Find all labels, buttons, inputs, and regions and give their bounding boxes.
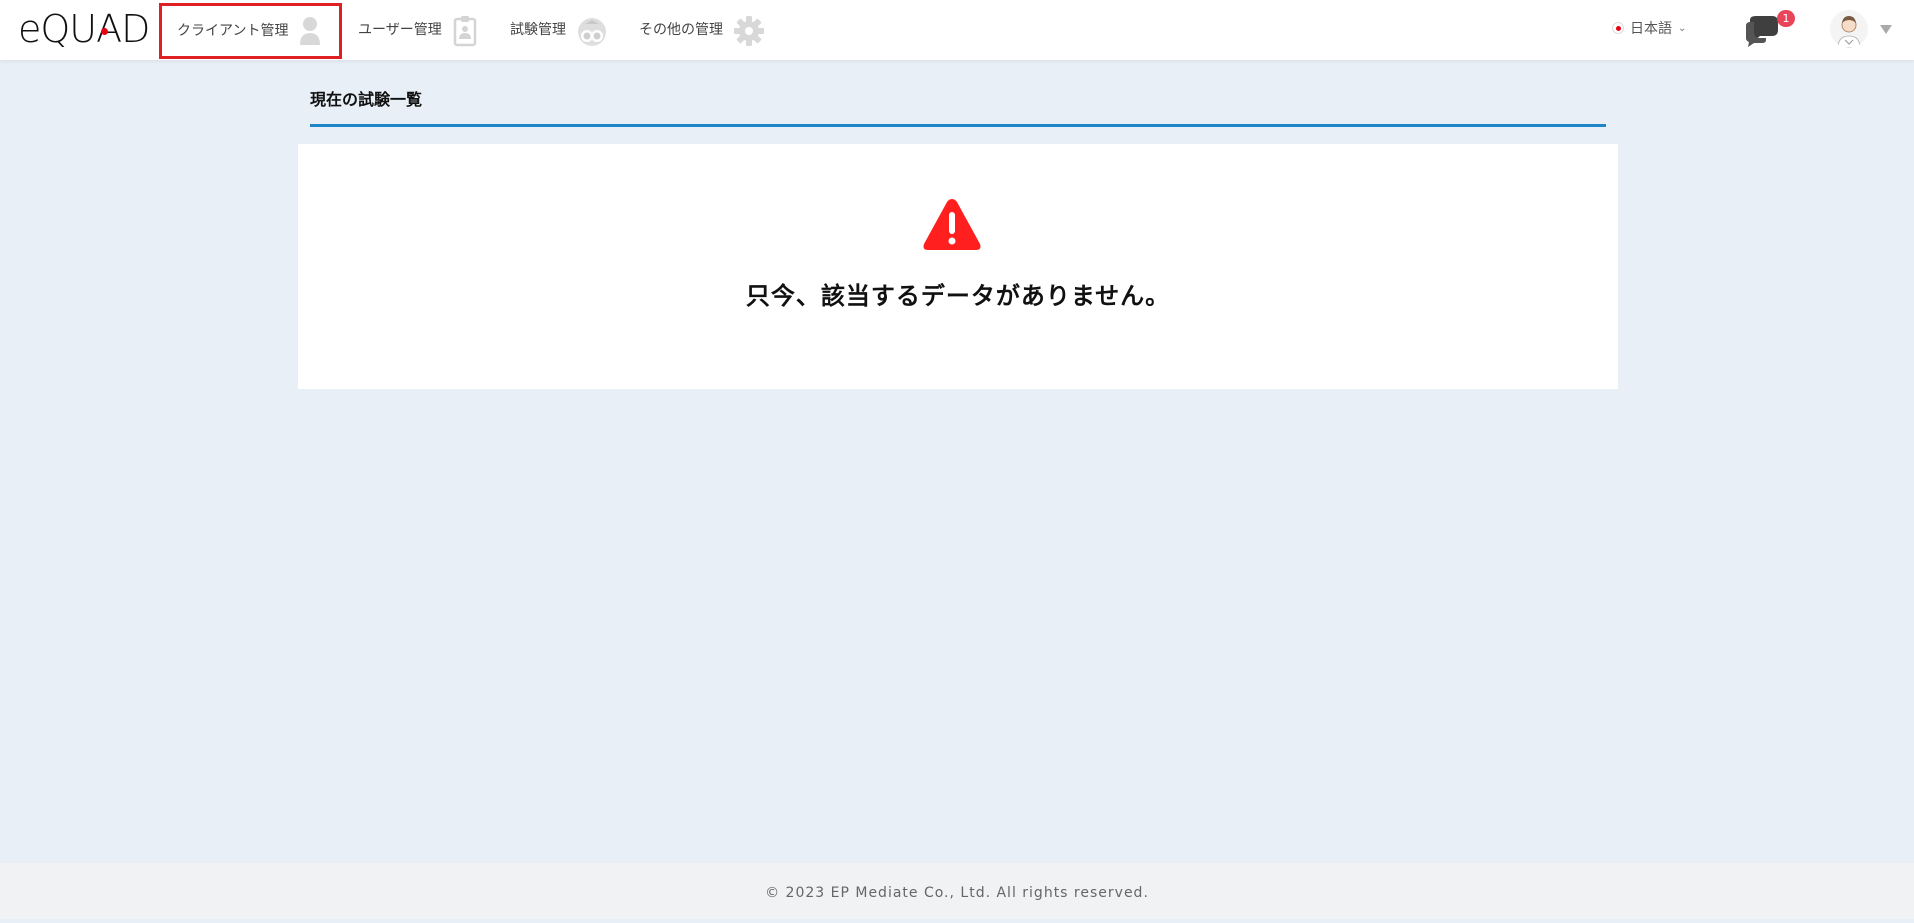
language-label: 日本語 — [1630, 21, 1672, 37]
chevron-down-icon: ⌄ — [1678, 22, 1687, 34]
warning-triangle-icon — [922, 196, 982, 256]
title-divider — [310, 124, 1606, 127]
language-selector[interactable]: 日本語 ⌄ — [1612, 18, 1686, 38]
chat-bubbles-icon — [1744, 16, 1788, 52]
exam-list-panel: 只今、該当するデータがありません。 — [298, 144, 1618, 389]
japan-flag-icon — [1612, 22, 1624, 34]
exam-icon — [576, 14, 608, 52]
chat-button[interactable]: 1 — [1744, 10, 1795, 48]
notification-badge: 1 — [1777, 10, 1795, 27]
id-badge-icon — [452, 14, 478, 52]
caret-down-icon — [1880, 24, 1892, 34]
nav-item-exam-management[interactable]: 試験管理 — [510, 0, 608, 60]
nav-label: その他の管理 — [639, 22, 723, 38]
user-menu[interactable] — [1830, 10, 1892, 48]
nav-label: ユーザー管理 — [358, 22, 442, 38]
page-title: 現在の試験一覧 — [310, 90, 423, 109]
nav-item-client-management[interactable]: クライアント管理 — [159, 3, 342, 59]
nav-item-other-management[interactable]: その他の管理 — [639, 0, 765, 60]
user-avatar-icon — [1830, 10, 1868, 48]
gear-icon — [733, 14, 765, 52]
app-logo-text: eQUAD — [18, 7, 150, 51]
nav-item-user-management[interactable]: ユーザー管理 — [358, 0, 478, 60]
app-logo[interactable]: eQUAD — [18, 6, 150, 52]
top-header: eQUAD クライアント管理 ユーザー管理 試験管理 その他の管理 日本語 ⌄ … — [0, 0, 1914, 60]
user-icon — [298, 15, 322, 53]
empty-state-message: 只今、該当するデータがありません。 — [745, 282, 1171, 310]
logo-dot — [101, 28, 108, 35]
copyright-text: © 2023 EP Mediate Co., Ltd. All rights r… — [765, 885, 1149, 901]
nav-label: 試験管理 — [510, 22, 566, 38]
nav-label: クライアント管理 — [177, 23, 289, 39]
footer: © 2023 EP Mediate Co., Ltd. All rights r… — [0, 863, 1914, 919]
